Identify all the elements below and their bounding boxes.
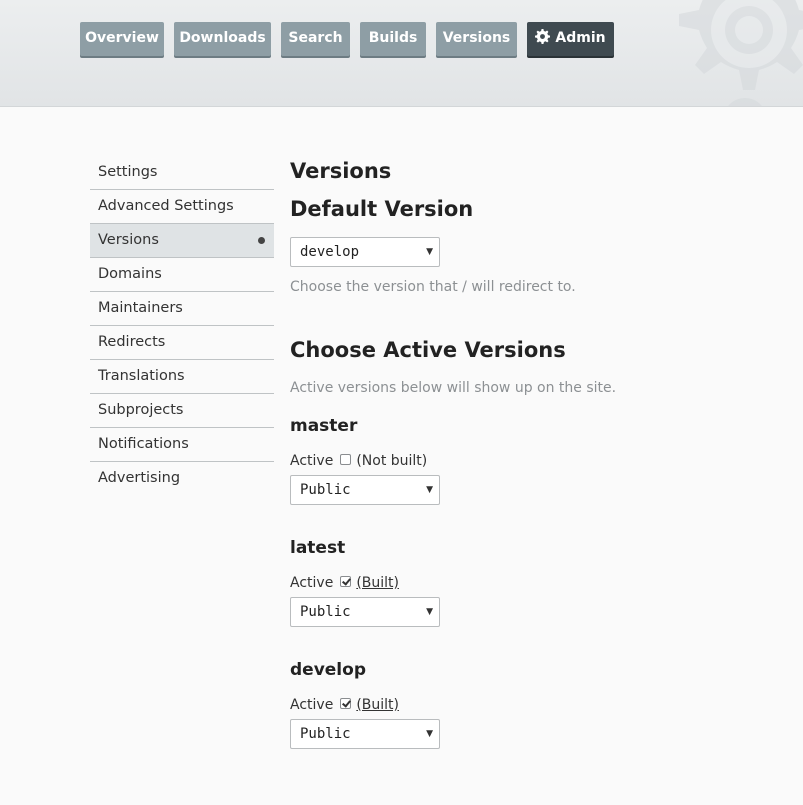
active-checkbox[interactable] xyxy=(340,576,352,587)
active-versions-heading: Choose Active Versions xyxy=(290,338,566,362)
privacy-select[interactable]: Public ▼ xyxy=(290,475,440,505)
chevron-down-icon: ▼ xyxy=(426,607,433,617)
active-versions-help: Active versions below will show up on th… xyxy=(290,380,617,396)
version-name: develop xyxy=(290,660,366,680)
tab-downloads[interactable]: Downloads xyxy=(174,22,271,56)
default-version-value: develop xyxy=(300,244,360,260)
privacy-select[interactable]: Public ▼ xyxy=(290,597,440,627)
default-version-heading: Default Version xyxy=(290,197,474,221)
sidebar-item-notifications[interactable]: Notifications xyxy=(90,428,274,462)
admin-sidebar: Settings Advanced Settings Versions Doma… xyxy=(90,156,274,495)
privacy-value: Public xyxy=(300,482,351,498)
sidebar-item-versions[interactable]: Versions xyxy=(90,224,274,258)
version-active-row: Active (Not built) xyxy=(290,451,427,471)
privacy-value: Public xyxy=(300,726,351,742)
build-status: (Not built) xyxy=(356,453,428,469)
tab-search[interactable]: Search xyxy=(281,22,350,56)
privacy-select[interactable]: Public ▼ xyxy=(290,719,440,749)
small-gear-decoration-icon xyxy=(728,98,762,106)
tab-overview[interactable]: Overview xyxy=(80,22,164,56)
active-label: Active xyxy=(290,697,334,713)
active-label: Active xyxy=(290,575,334,591)
default-version-help: Choose the version that / will redirect … xyxy=(290,279,576,295)
chevron-down-icon: ▼ xyxy=(426,729,433,739)
tab-admin-label: Admin xyxy=(555,30,606,46)
sidebar-item-redirects[interactable]: Redirects xyxy=(90,326,274,360)
active-indicator-icon xyxy=(258,237,265,244)
sidebar-item-maintainers[interactable]: Maintainers xyxy=(90,292,274,326)
chevron-down-icon: ▼ xyxy=(426,485,433,495)
privacy-value: Public xyxy=(300,604,351,620)
build-status-link[interactable]: (Built) xyxy=(356,697,399,713)
version-name: latest xyxy=(290,538,346,558)
active-checkbox[interactable] xyxy=(340,698,352,709)
version-name: master xyxy=(290,416,358,436)
chevron-down-icon: ▼ xyxy=(426,247,433,257)
version-active-row: Active (Built) xyxy=(290,573,399,593)
active-checkbox[interactable] xyxy=(340,454,352,465)
version-active-row: Active (Built) xyxy=(290,695,399,715)
build-status-link[interactable]: (Built) xyxy=(356,575,399,591)
sidebar-item-domains[interactable]: Domains xyxy=(90,258,274,292)
gear-icon xyxy=(535,29,551,44)
top-header: Overview Downloads Search Builds Version… xyxy=(0,0,803,107)
sidebar-item-advertising[interactable]: Advertising xyxy=(90,462,274,495)
sidebar-item-subprojects[interactable]: Subprojects xyxy=(90,394,274,428)
sidebar-item-settings[interactable]: Settings xyxy=(90,156,274,190)
sidebar-item-label: Versions xyxy=(98,232,159,248)
default-version-select[interactable]: develop ▼ xyxy=(290,237,440,267)
tab-versions[interactable]: Versions xyxy=(436,22,517,56)
active-label: Active xyxy=(290,453,334,469)
sidebar-item-advanced-settings[interactable]: Advanced Settings xyxy=(90,190,274,224)
tab-builds[interactable]: Builds xyxy=(360,22,426,56)
sidebar-item-translations[interactable]: Translations xyxy=(90,360,274,394)
page-title: Versions xyxy=(290,159,392,183)
tab-admin[interactable]: Admin xyxy=(527,22,614,56)
